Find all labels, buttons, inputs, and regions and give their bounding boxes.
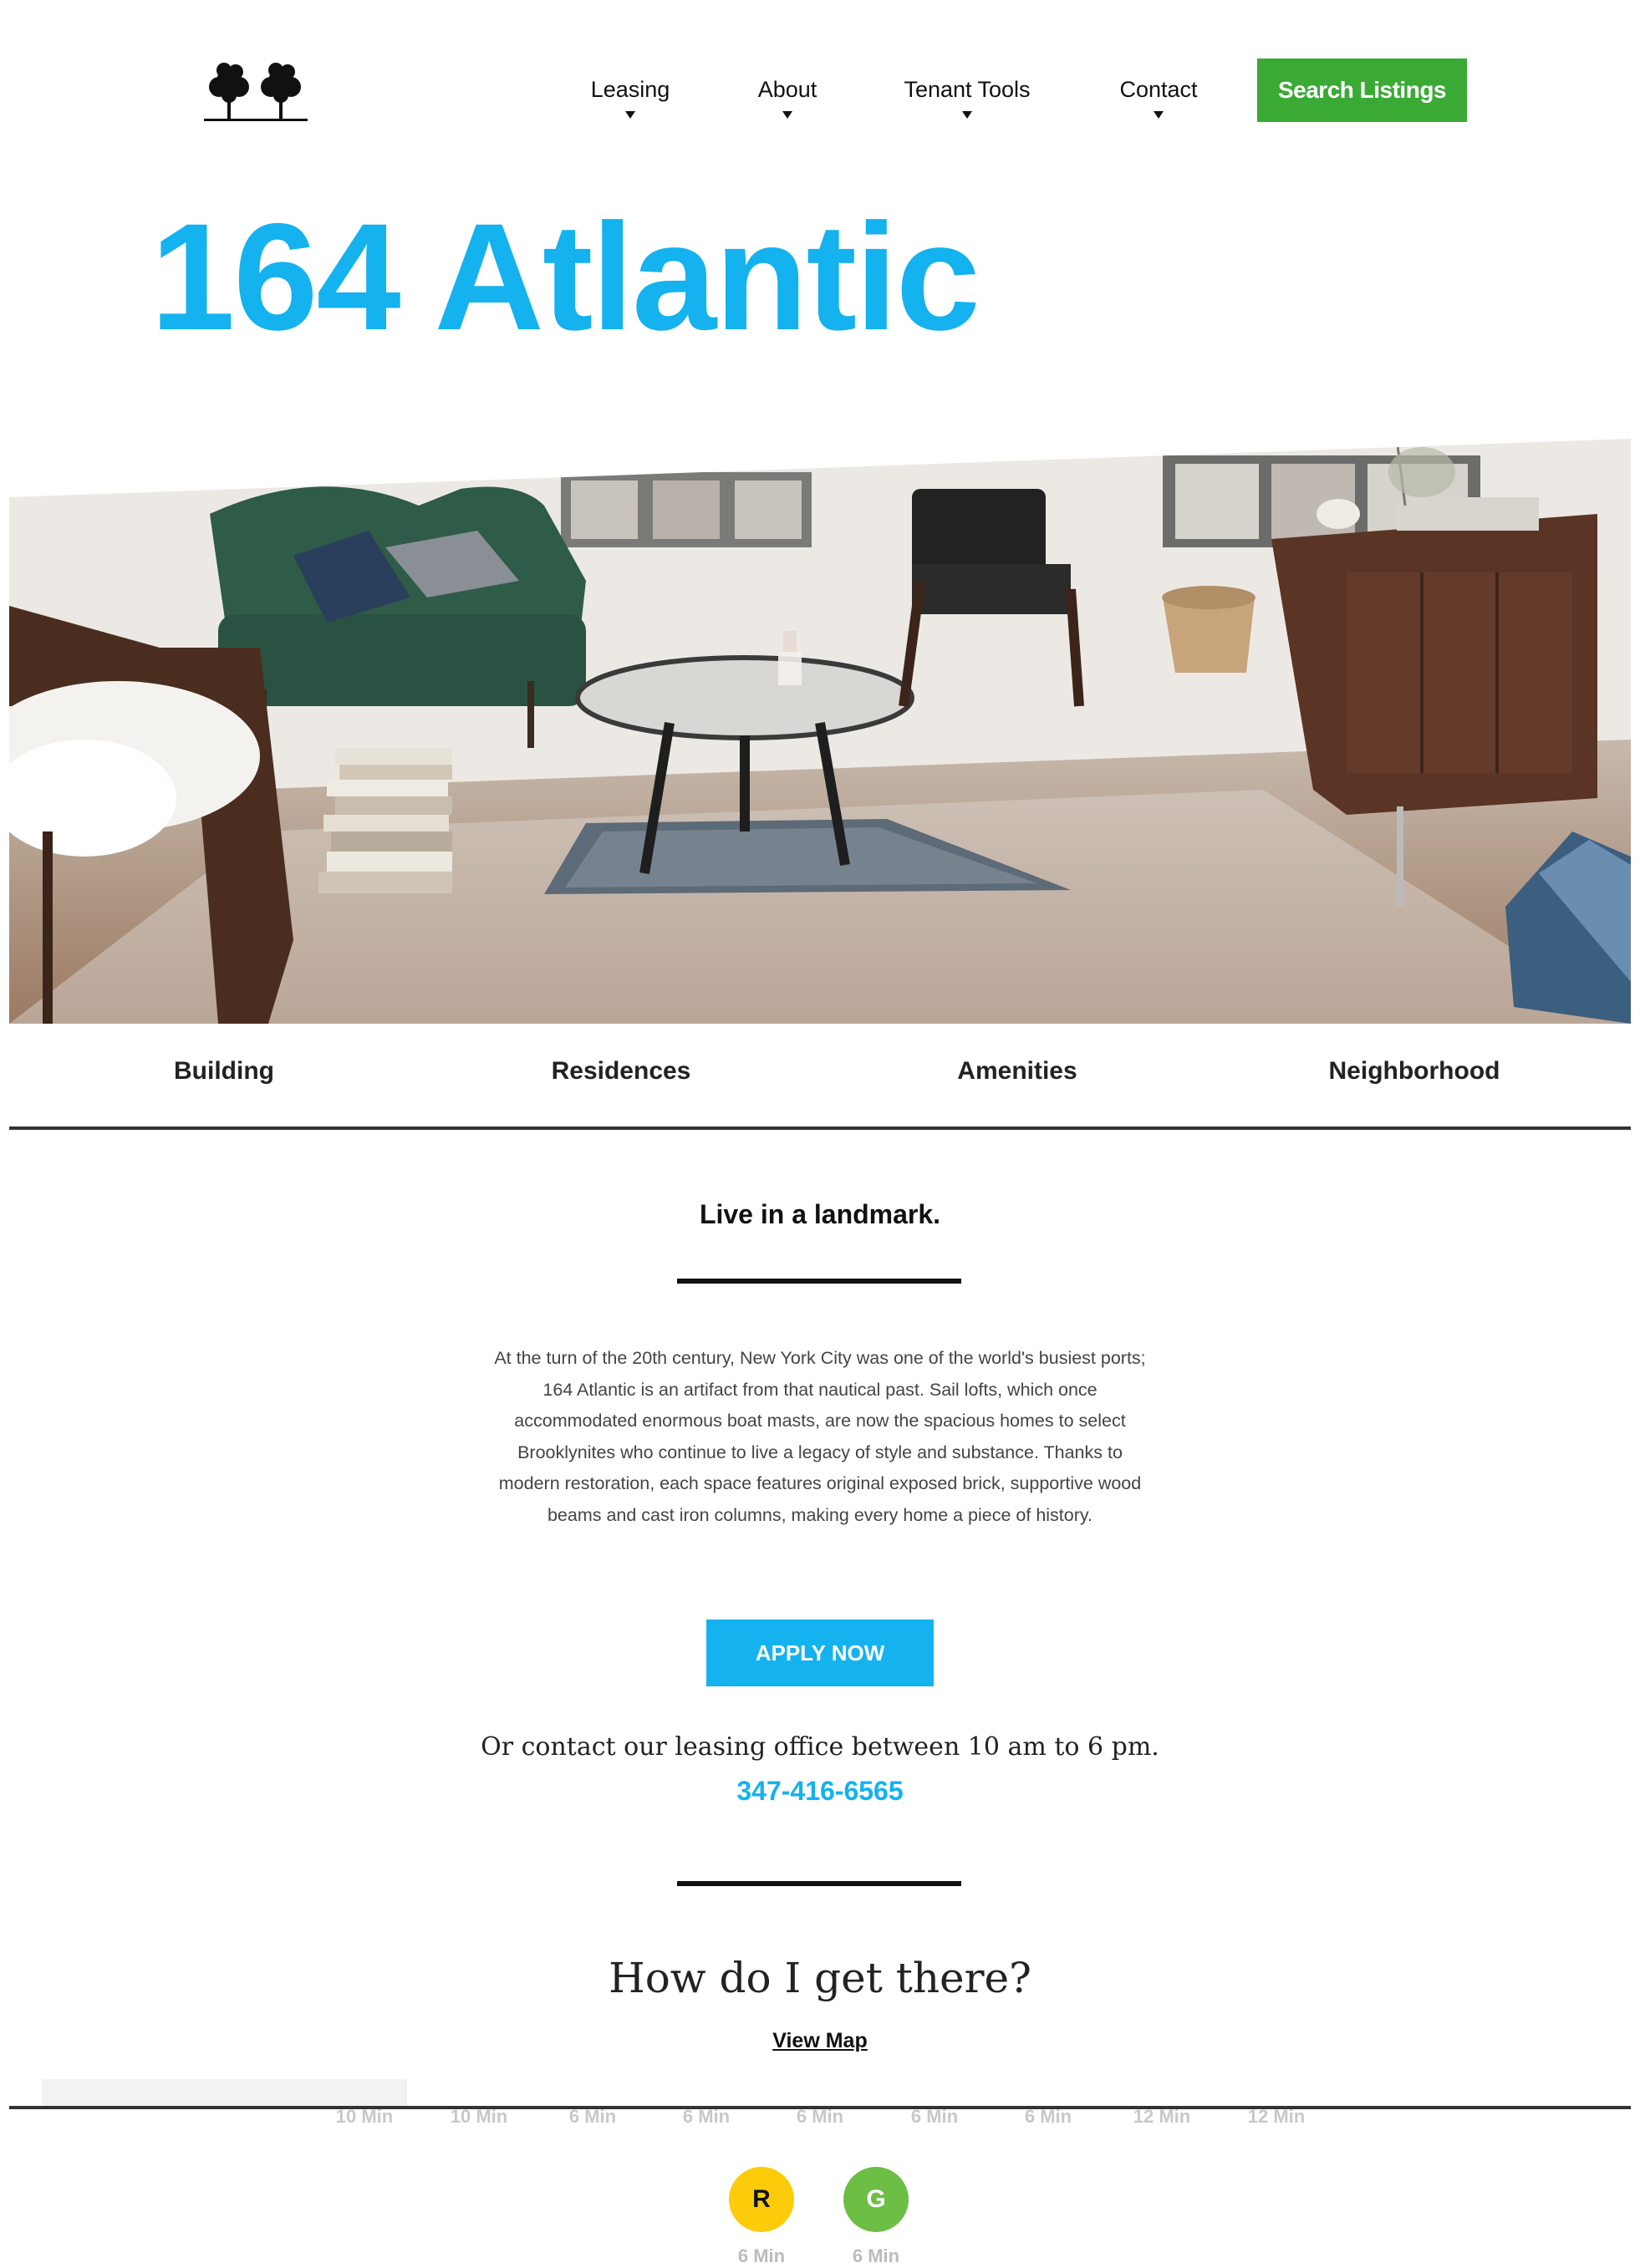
- map-placeholder: [42, 2079, 407, 2109]
- subway-line-g-badge[interactable]: G: [843, 2167, 909, 2232]
- nav-tenant-tools-label: Tenant Tools: [904, 77, 1031, 102]
- subway-line-g-time: 6 Min: [852, 2245, 900, 2266]
- nav-leasing-label: Leasing: [590, 77, 670, 102]
- section-divider: [677, 1279, 961, 1284]
- tab-residences[interactable]: Residences: [496, 1057, 746, 1086]
- contact-text: Or contact our leasing office between 10…: [481, 1732, 1159, 1762]
- directions-heading: How do I get there?: [609, 1954, 1031, 2002]
- search-listings-button[interactable]: Search Listings: [1257, 58, 1467, 122]
- view-map-link[interactable]: View Map: [0, 2029, 1640, 2053]
- directions-divider: [9, 2106, 1631, 2109]
- nav-leasing[interactable]: Leasing: [582, 77, 679, 127]
- chevron-down-icon: [625, 111, 635, 119]
- nav-about[interactable]: About: [742, 77, 833, 127]
- intro-text: At the turn of the 20th century, New Yor…: [494, 1348, 1146, 1525]
- intro-heading: Live in a landmark.: [699, 1199, 941, 1229]
- subway-line-r-badge[interactable]: R: [729, 2167, 794, 2232]
- chevron-down-icon: [962, 111, 972, 119]
- phone-link[interactable]: 347-416-6565: [0, 1776, 1640, 1807]
- tab-neighborhood[interactable]: Neighborhood: [1289, 1057, 1540, 1086]
- nav-about-label: About: [757, 77, 817, 102]
- apply-now-button[interactable]: APPLY NOW: [706, 1620, 934, 1686]
- tab-amenities[interactable]: Amenities: [892, 1057, 1143, 1086]
- nav-contact[interactable]: Contact: [1108, 77, 1209, 127]
- tabs-divider: [9, 1126, 1631, 1130]
- logo-trees[interactable]: [197, 55, 314, 125]
- tab-building[interactable]: Building: [99, 1057, 349, 1086]
- chevron-down-icon: [1154, 111, 1164, 119]
- nav-tenant-tools[interactable]: Tenant Tools: [891, 77, 1043, 127]
- page-title: 164 Atlantic: [150, 191, 980, 362]
- section-divider: [677, 1881, 961, 1886]
- subway-line-r-time: 6 Min: [737, 2245, 786, 2266]
- nav-contact-label: Contact: [1119, 77, 1198, 102]
- chevron-down-icon: [782, 111, 792, 119]
- hero-image: [9, 439, 1631, 1024]
